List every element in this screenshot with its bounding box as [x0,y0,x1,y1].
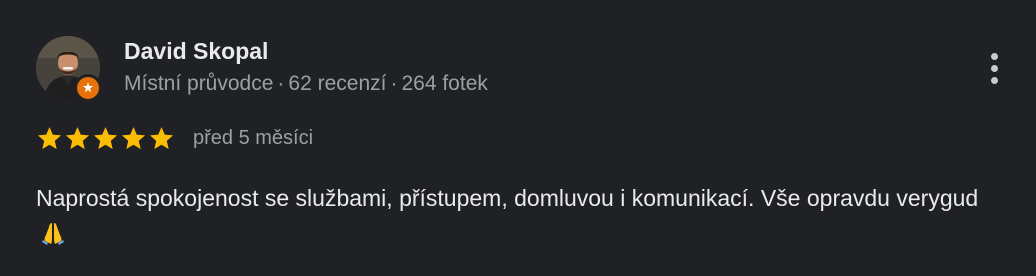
author-name[interactable]: David Skopal [124,38,268,65]
star-icon [37,126,62,149]
more-options-button[interactable] [978,46,1010,90]
review-date: před 5 měsíci [193,126,314,149]
author-role: Místní průvodce [124,72,274,95]
review-text: Naprostá spokojenost se službami, přístu… [36,180,996,257]
more-vertical-icon [990,76,998,84]
reviews-count: 62 recenzí [288,72,387,95]
more-vertical-icon [990,52,998,60]
star-rating [36,125,175,152]
star-icon [149,126,174,149]
rating-row: před 5 měsíci [36,124,313,152]
author-meta[interactable]: Místní průvodce · 62 recenzí · 264 fotek [124,72,488,96]
more-vertical-icon [990,64,998,72]
star-icon [65,126,90,149]
star-icon [93,126,118,149]
author-avatar[interactable] [36,36,102,102]
review-card: David Skopal Místní průvodce · 62 recenzí ·… [0,0,1036,276]
meta-separator: · [277,72,285,95]
folded-hands-icon [40,220,66,257]
meta-separator: · [390,72,398,95]
star-icon [121,126,146,149]
photos-count: 264 fotek [401,72,488,95]
review-text-content: Naprostá spokojenost se službami, přístu… [36,185,979,211]
local-guide-star-icon [74,74,102,102]
